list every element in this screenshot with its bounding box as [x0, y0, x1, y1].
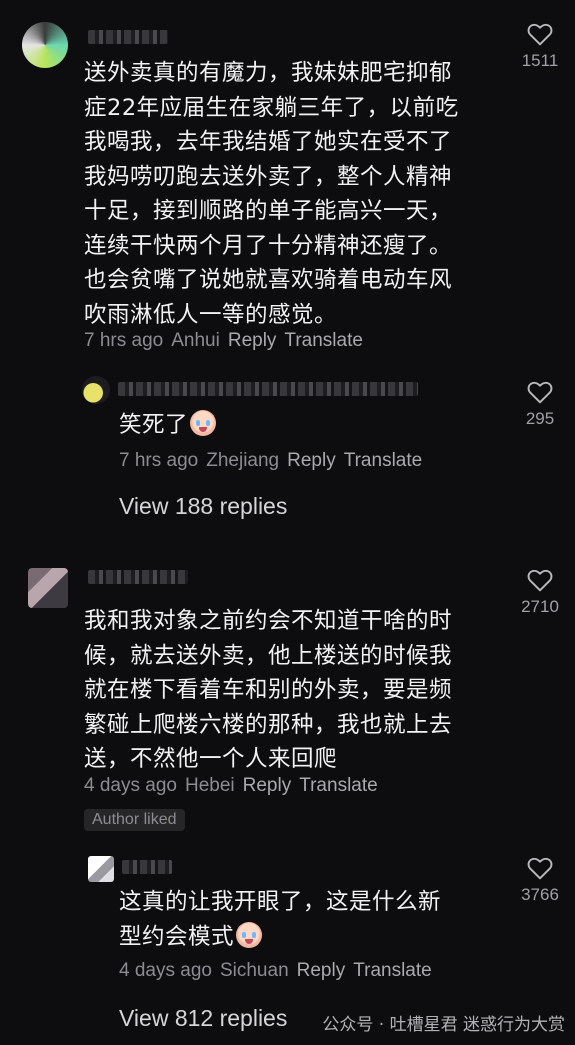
timestamp: 4 days ago — [119, 960, 212, 981]
like-button[interactable]: 2710 — [520, 568, 560, 617]
crying-laughing-emoji-icon — [236, 921, 263, 948]
like-button[interactable]: 295 — [520, 380, 560, 429]
username-blurred[interactable] — [88, 570, 188, 584]
timestamp: 7 hrs ago — [84, 330, 164, 351]
avatar[interactable] — [28, 568, 68, 608]
location: Hebei — [184, 775, 235, 796]
view-replies-button[interactable]: View 812 replies — [119, 1005, 287, 1032]
location: Anhui — [171, 330, 220, 351]
crying-laughing-emoji-icon — [190, 410, 217, 436]
reply-button[interactable]: Reply — [228, 330, 277, 351]
location: Sichuan — [219, 960, 289, 981]
reply-button[interactable]: Reply — [243, 775, 292, 796]
like-count: 1511 — [521, 51, 559, 70]
username-blurred[interactable] — [88, 30, 168, 44]
heart-outline-icon — [527, 381, 553, 404]
heart-outline-icon — [527, 569, 553, 592]
watermark-text: 公众号 · 吐槽星君 迷惑行为大赏 — [322, 1015, 565, 1035]
view-replies-button[interactable]: View 188 replies — [119, 493, 287, 520]
reply-text-content: 笑死了 — [119, 412, 189, 438]
like-count: 2710 — [521, 597, 559, 616]
location: Zhejiang — [206, 450, 280, 471]
translate-button[interactable]: Translate — [344, 450, 423, 471]
timestamp: 7 hrs ago — [119, 450, 199, 471]
reply-button[interactable]: Reply — [287, 450, 336, 471]
like-button[interactable]: 3766 — [520, 856, 560, 905]
reply-meta: 7 hrs ago Zhejiang Reply Translate — [119, 450, 430, 472]
heart-outline-icon — [527, 857, 553, 880]
timestamp: 4 days ago — [84, 775, 177, 796]
author-liked-badge: Author liked — [84, 809, 185, 831]
username-blurred[interactable] — [122, 860, 172, 874]
like-button[interactable]: 1511 — [520, 22, 560, 71]
translate-button[interactable]: Translate — [299, 775, 378, 796]
heart-outline-icon — [527, 23, 553, 46]
reply-meta: 4 days ago Sichuan Reply Translate — [119, 960, 440, 982]
avatar[interactable] — [82, 376, 110, 404]
avatar[interactable] — [22, 22, 68, 68]
comment-meta: 7 hrs ago Anhui Reply Translate — [84, 330, 371, 352]
reply-text: 笑死了 — [119, 408, 217, 443]
reply-button[interactable]: Reply — [297, 960, 346, 981]
like-count: 295 — [525, 409, 555, 428]
username-blurred[interactable] — [118, 382, 418, 396]
avatar[interactable] — [88, 856, 114, 882]
comment-meta: 4 days ago Hebei Reply Translate — [84, 775, 386, 797]
like-count: 3766 — [521, 885, 559, 904]
reply-text-content: 这真的让我开眼了，这是什么新 型约会模式 — [119, 889, 442, 950]
reply-text: 这真的让我开眼了，这是什么新 型约会模式 — [119, 885, 441, 954]
translate-button[interactable]: Translate — [353, 960, 432, 981]
translate-button[interactable]: Translate — [284, 330, 363, 351]
comment-text: 我和我对象之前约会不知道干啥的时 候，就去送外卖，他上楼送的时候我 就在楼下看着… — [84, 608, 453, 772]
comment-text: 送外卖真的有魔力，我妹妹肥宅抑郁 症22年应届生在家躺三年了，以前吃 我喝我，去… — [84, 60, 459, 328]
